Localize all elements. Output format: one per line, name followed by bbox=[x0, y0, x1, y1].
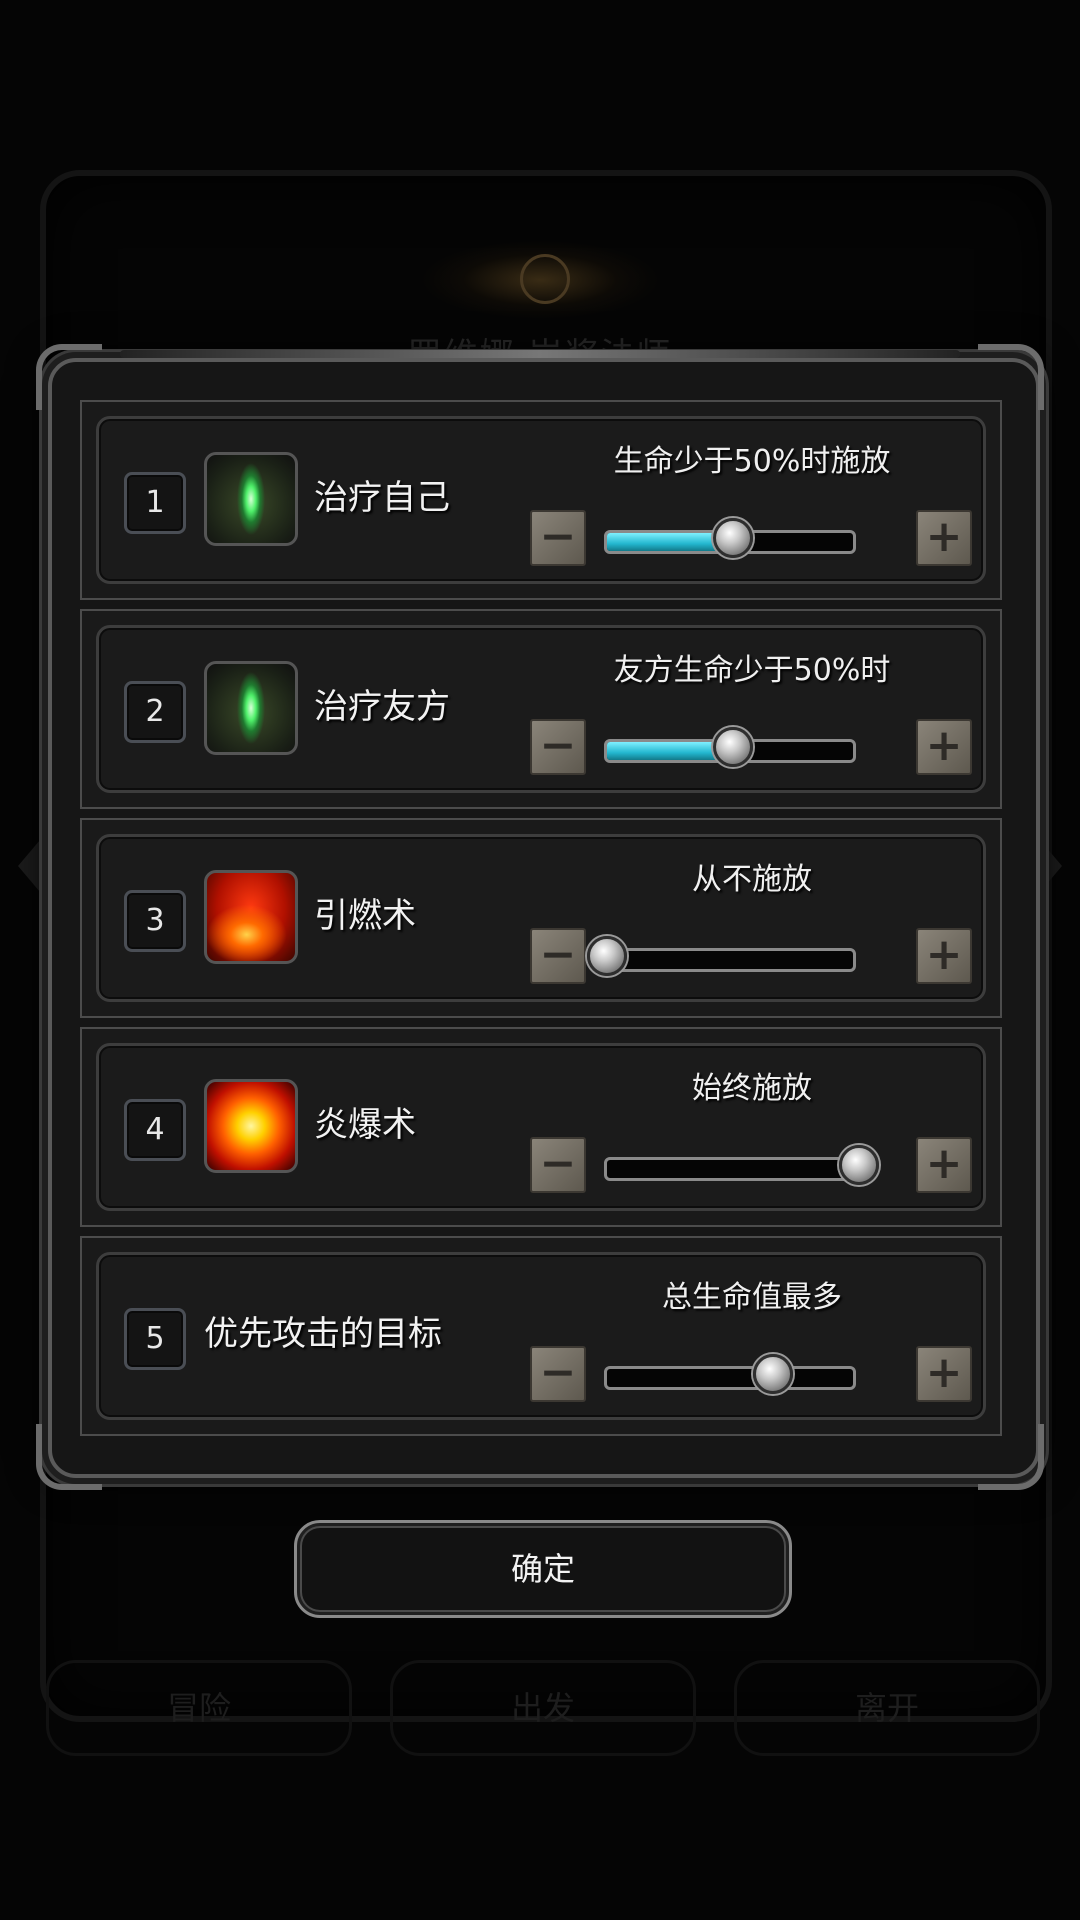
increase-button[interactable]: + bbox=[916, 510, 972, 566]
skill-name: 引燃术 bbox=[314, 896, 416, 936]
skill-condition-label: 从不施放 bbox=[692, 862, 812, 897]
skill-number-badge: 3 bbox=[124, 890, 186, 952]
decrease-button[interactable]: − bbox=[530, 928, 586, 984]
background-right-arrow-icon bbox=[1040, 840, 1062, 892]
skill-row-4: 4 炎爆术 始终施放 − + bbox=[80, 1027, 1002, 1227]
background-emblem-icon bbox=[420, 240, 660, 320]
fire-blast-skill-icon bbox=[204, 1079, 298, 1173]
background-left-arrow-icon bbox=[18, 840, 40, 892]
skill-condition-label: 生命少于50%时施放 bbox=[613, 444, 891, 479]
decrease-button[interactable]: − bbox=[530, 510, 586, 566]
slider-knob[interactable] bbox=[839, 1145, 879, 1185]
skill-name: 治疗自己 bbox=[314, 478, 450, 518]
increase-button[interactable]: + bbox=[916, 928, 972, 984]
condition-slider-track[interactable] bbox=[604, 1157, 856, 1181]
skill-number-badge: 5 bbox=[124, 1308, 186, 1370]
increase-button[interactable]: + bbox=[916, 1346, 972, 1402]
slider-knob[interactable] bbox=[713, 518, 753, 558]
target-priority-value: 总生命值最多 bbox=[662, 1280, 842, 1315]
background-nav-adventure: 冒险 bbox=[46, 1660, 352, 1756]
decrease-button[interactable]: − bbox=[530, 719, 586, 775]
confirm-button[interactable]: 确定 bbox=[294, 1520, 792, 1618]
skill-number-badge: 4 bbox=[124, 1099, 186, 1161]
slider-knob[interactable] bbox=[587, 936, 627, 976]
target-priority-label: 优先攻击的目标 bbox=[204, 1314, 442, 1354]
decrease-button[interactable]: − bbox=[530, 1346, 586, 1402]
heal-skill-icon bbox=[204, 452, 298, 546]
skill-condition-label: 始终施放 bbox=[692, 1071, 812, 1106]
slider-knob[interactable] bbox=[713, 727, 753, 767]
skill-row-1: 1 治疗自己 生命少于50%时施放 − + bbox=[80, 400, 1002, 600]
skill-name: 治疗友方 bbox=[314, 687, 450, 727]
target-priority-row: 5 优先攻击的目标 总生命值最多 − + bbox=[80, 1236, 1002, 1436]
skill-row-2: 2 治疗友方 友方生命少于50%时 − + bbox=[80, 609, 1002, 809]
heal-skill-icon bbox=[204, 661, 298, 755]
skill-number-badge: 1 bbox=[124, 472, 186, 534]
increase-button[interactable]: + bbox=[916, 1137, 972, 1193]
decrease-button[interactable]: − bbox=[530, 1137, 586, 1193]
skill-name: 炎爆术 bbox=[314, 1105, 416, 1145]
skill-condition-label: 友方生命少于50%时 bbox=[613, 653, 891, 688]
condition-slider-track[interactable] bbox=[604, 948, 856, 972]
target-slider-track[interactable] bbox=[604, 1366, 856, 1390]
increase-button[interactable]: + bbox=[916, 719, 972, 775]
dialog-top-trim bbox=[120, 350, 960, 358]
ignite-skill-icon bbox=[204, 870, 298, 964]
slider-fill bbox=[607, 742, 730, 760]
background-nav-leave: 离开 bbox=[734, 1660, 1040, 1756]
skill-row-3: 3 引燃术 从不施放 − + bbox=[80, 818, 1002, 1018]
background-nav-depart: 出发 bbox=[390, 1660, 696, 1756]
slider-fill bbox=[607, 533, 730, 551]
skill-number-badge: 2 bbox=[124, 681, 186, 743]
